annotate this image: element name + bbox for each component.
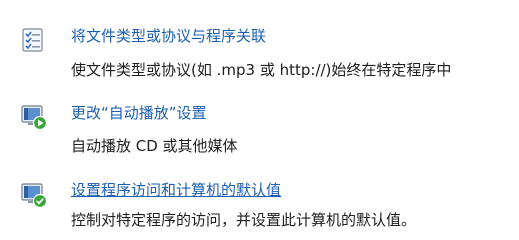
program-access-defaults-icon <box>20 181 48 209</box>
program-access-link[interactable]: 设置程序访问和计算机的默认值 <box>71 180 281 200</box>
autoplay-link[interactable]: 更改“自动播放”设置 <box>71 103 207 123</box>
program-access-description: 控制对特定程序的访问，并设置此计算机的默认值。 <box>71 211 417 229</box>
autoplay-description: 自动播放 CD 或其他媒体 <box>71 137 238 155</box>
autoplay-icon <box>20 103 48 131</box>
file-association-link[interactable]: 将文件类型或协议与程序关联 <box>71 26 266 46</box>
default-programs-panel: 将文件类型或协议与程序关联 使文件类型或协议(如 .mp3 或 http://)… <box>0 0 519 231</box>
file-association-description: 使文件类型或协议(如 .mp3 或 http://)始终在特定程序中 <box>71 61 452 79</box>
file-association-icon <box>20 27 46 53</box>
